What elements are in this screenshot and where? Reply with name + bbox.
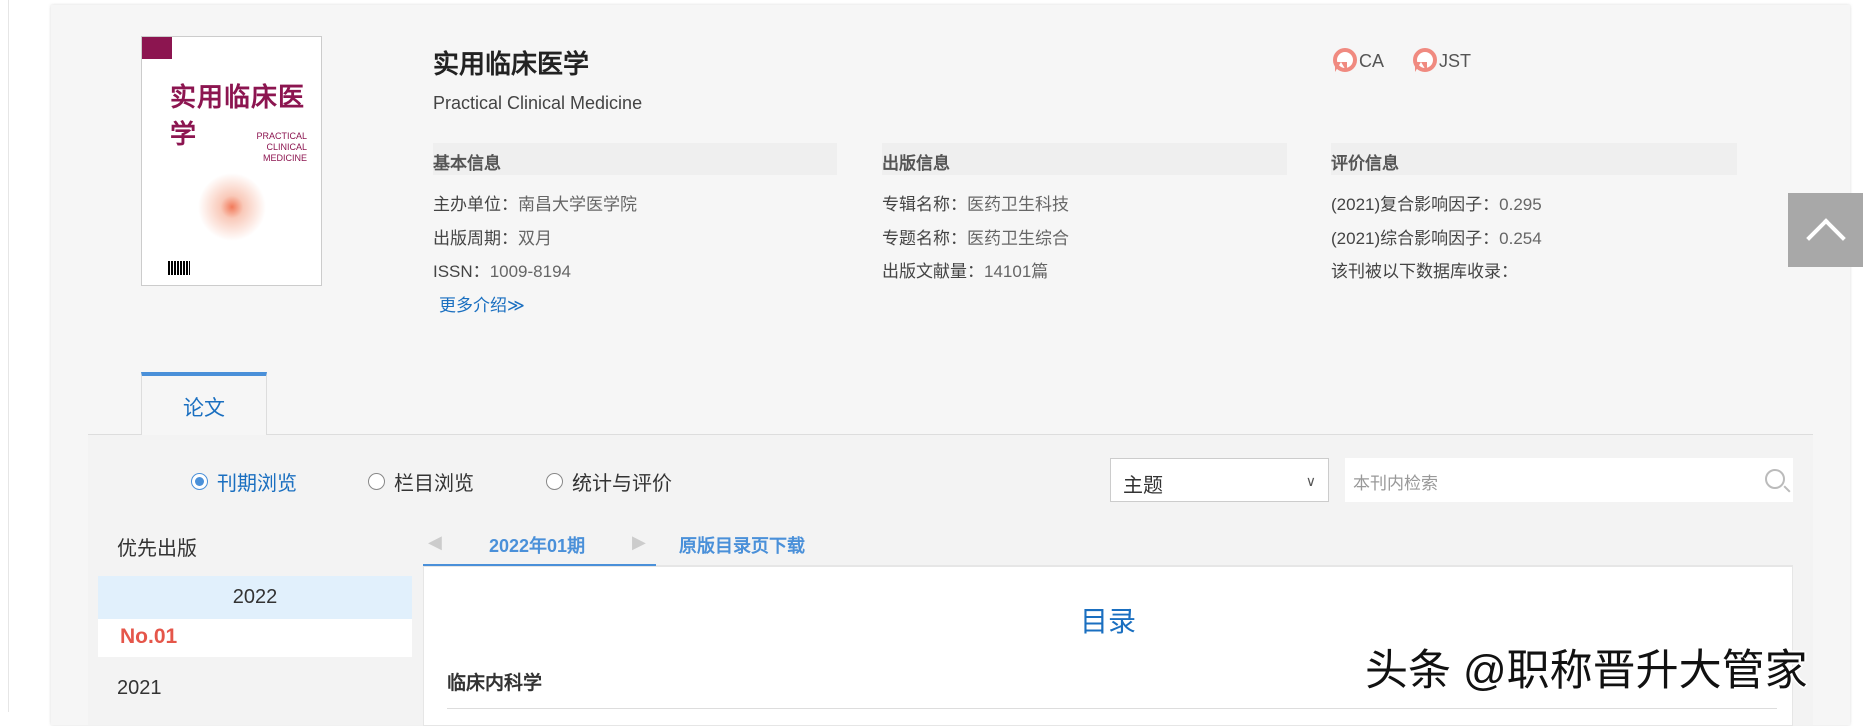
radio-column-browse[interactable]: 栏目浏览 <box>368 467 474 496</box>
search-input[interactable]: 本刊内检索 <box>1345 458 1793 502</box>
journal-title: 实用临床医学 <box>433 49 590 79</box>
info-row: (2021)综合影响因子：0.254 <box>1331 229 1542 248</box>
search-icon[interactable] <box>1765 469 1785 489</box>
basic-info-header: 基本信息 <box>433 143 837 175</box>
next-issue-icon[interactable]: ▶ <box>632 532 646 553</box>
year-list: 2022 No.01 <box>98 576 412 657</box>
current-issue-tab[interactable]: 2022年01期 <box>489 532 585 558</box>
radio-issue-browse[interactable]: 刊期浏览 <box>191 467 297 496</box>
priority-publish-link[interactable]: 优先出版 <box>117 532 197 561</box>
info-row: 该刊被以下数据库收录： <box>1331 262 1518 281</box>
info-row: 出版周期：双月 <box>433 229 552 248</box>
info-row: (2021)复合影响因子：0.295 <box>1331 195 1542 214</box>
radio-icon <box>191 473 208 490</box>
badge-ca: CA <box>1331 48 1384 74</box>
issue-item-no01[interactable]: No.01 <box>98 619 412 657</box>
year-item-2022[interactable]: 2022 <box>98 576 412 619</box>
award-icon <box>1411 48 1437 74</box>
tab-papers[interactable]: 论文 <box>141 372 267 435</box>
journal-title-en: Practical Clinical Medicine <box>433 93 643 113</box>
journal-cover-image: 实用临床医学 PRACTICAL CLINICAL MEDICINE <box>141 36 322 286</box>
prev-issue-icon[interactable]: ◀ <box>428 532 442 553</box>
info-row: 出版文献量：14101篇 <box>882 262 1049 281</box>
radio-icon <box>368 473 385 490</box>
info-row: 专辑名称：医药卫生科技 <box>882 195 1069 214</box>
year-item-2021[interactable]: 2021 <box>117 677 162 700</box>
more-intro-link[interactable]: 更多介绍≫ <box>439 291 525 316</box>
divider <box>447 708 1777 709</box>
chevron-up-icon <box>1805 218 1846 258</box>
toc-title: 目录 <box>1080 606 1137 637</box>
radio-icon <box>546 473 563 490</box>
radio-stats[interactable]: 统计与评价 <box>546 467 672 496</box>
download-toc-link[interactable]: 原版目录页下载 <box>679 532 805 558</box>
toc-category: 临床内科学 <box>447 673 543 694</box>
publication-info-header: 出版信息 <box>882 143 1287 175</box>
evaluation-info-header: 评价信息 <box>1331 143 1737 175</box>
badge-jst: JST <box>1411 48 1471 74</box>
chevron-down-icon: ∨ <box>1305 473 1316 489</box>
tab-divider <box>88 434 1813 435</box>
back-to-top-button[interactable] <box>1788 193 1863 267</box>
page-border <box>8 0 9 712</box>
award-icon <box>1331 48 1357 74</box>
info-row: 专题名称：医药卫生综合 <box>882 229 1069 248</box>
info-row: 主办单位：南昌大学医学院 <box>433 195 637 214</box>
watermark: 头条 @职称晋升大管家 <box>1365 647 1808 695</box>
info-row: ISSN：1009-8194 <box>433 262 571 281</box>
search-field-select[interactable]: 主题 ∨ <box>1110 458 1329 502</box>
